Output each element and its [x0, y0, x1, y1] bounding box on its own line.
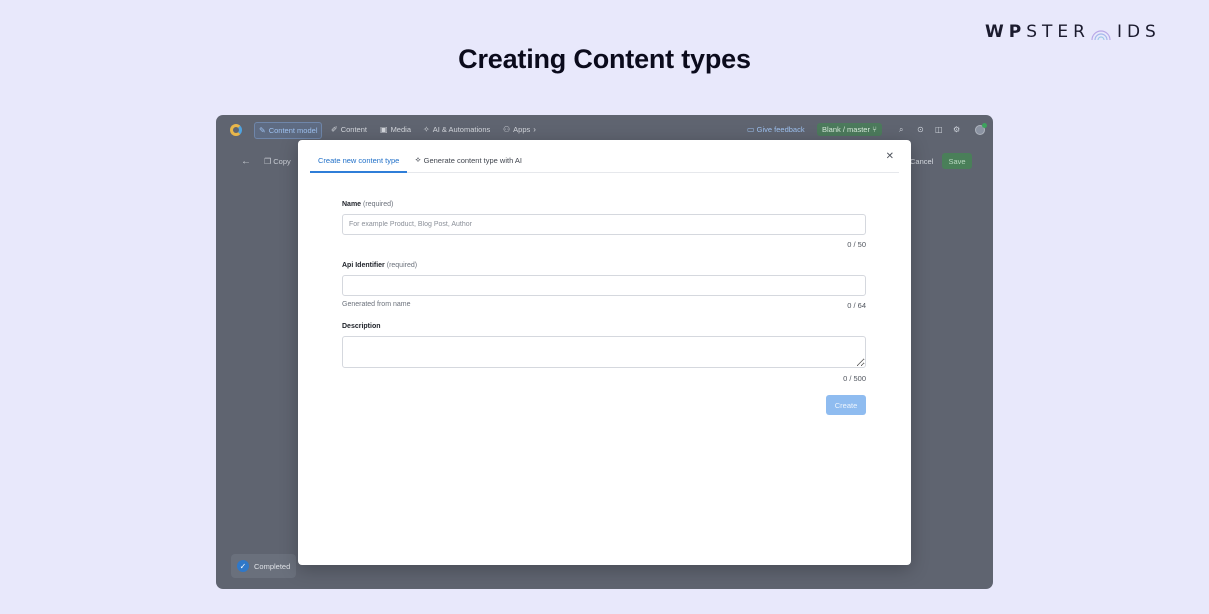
env-branch: master: [847, 125, 870, 134]
description-textarea[interactable]: [342, 336, 866, 368]
book-icon[interactable]: ◫: [935, 125, 943, 134]
nav-ai-label: AI & Automations: [432, 125, 491, 134]
sparkle-icon: ✧: [423, 124, 430, 134]
nav-media-label: Media: [390, 125, 411, 134]
avatar[interactable]: [975, 123, 987, 135]
environment-badge[interactable]: Blank / master ⑂: [817, 123, 882, 136]
copy-icon: ❐: [264, 157, 272, 166]
page-title: Creating Content types: [458, 44, 751, 74]
description-label: Description: [342, 323, 381, 330]
pen-icon: ✐: [331, 124, 338, 134]
name-input[interactable]: [342, 214, 866, 235]
status-label: Completed: [254, 561, 291, 571]
wrench-icon: ✎: [259, 125, 266, 135]
api-identifier-help: Generated from name: [342, 301, 411, 308]
api-identifier-label: Api Identifier (required): [342, 262, 417, 269]
magic-wand-icon: ⟡: [415, 155, 421, 164]
nav-content-label: Content: [340, 125, 367, 134]
nav-media[interactable]: ▣ Media: [380, 125, 411, 134]
apps-icon: ⚇: [503, 124, 511, 134]
nav-ai-automations[interactable]: ✧ AI & Automations: [423, 125, 490, 134]
tab-create-new-content-type[interactable]: Create new content type: [310, 150, 408, 173]
name-label: Name (required): [342, 201, 393, 208]
chevron-right-icon: ›: [533, 124, 536, 134]
image-icon: ▣: [380, 124, 388, 134]
save-button[interactable]: Save: [942, 153, 972, 169]
status-completed: ✓ Completed: [231, 554, 297, 578]
env-space: Blank: [822, 125, 841, 134]
help-icon[interactable]: ⊙: [917, 125, 924, 134]
env-separator: /: [842, 125, 845, 134]
branch-icon: ⑂: [872, 125, 877, 134]
back-arrow-icon[interactable]: ←: [241, 156, 251, 167]
brand-arc-icon: [1090, 25, 1112, 41]
search-icon[interactable]: ⌕: [899, 125, 903, 135]
name-label-text: Name: [342, 201, 362, 208]
api-identifier-input[interactable]: [342, 275, 866, 296]
create-button[interactable]: Create: [826, 395, 866, 415]
create-content-type-dialog: Create new content type ⟡ Generate conte…: [298, 140, 911, 565]
name-required: (required): [363, 201, 394, 208]
nav-apps[interactable]: ⚇ Apps ›: [503, 125, 536, 134]
tab-generate-with-ai[interactable]: ⟡ Generate content type with AI: [407, 150, 530, 173]
brand-ster: STER: [1026, 22, 1090, 42]
dialog-tabs: Create new content type ⟡ Generate conte…: [310, 150, 899, 173]
tab-create-label: Create new content type: [318, 156, 400, 165]
check-icon: ✓: [237, 560, 249, 572]
nav-content[interactable]: ✐ Content: [331, 125, 367, 134]
name-counter: 0 / 50: [847, 240, 866, 249]
app-logo-icon[interactable]: [230, 124, 242, 136]
brand-wp: WP: [985, 22, 1027, 42]
description-label-text: Description: [342, 323, 381, 330]
give-feedback-link[interactable]: ▭ Give feedback: [747, 125, 805, 134]
wpsteroids-logo: WP STER IDS: [985, 22, 1161, 42]
close-icon[interactable]: ✕: [886, 151, 894, 162]
give-feedback-label: Give feedback: [756, 125, 805, 134]
gear-icon[interactable]: ⚙: [953, 125, 960, 134]
feedback-icon: ▭: [747, 125, 755, 134]
copy-label: Copy: [273, 157, 291, 166]
cancel-button[interactable]: Cancel: [910, 157, 933, 166]
copy-button[interactable]: ❐ Copy: [264, 157, 291, 166]
brand-ids: IDS: [1116, 22, 1161, 42]
api-identifier-label-text: Api Identifier: [342, 262, 385, 269]
api-identifier-counter: 0 / 64: [847, 301, 866, 310]
nav-content-model[interactable]: ✎ Content model: [254, 122, 323, 139]
api-identifier-required: (required): [386, 262, 418, 269]
description-counter: 0 / 500: [843, 374, 866, 383]
nav-content-model-label: Content model: [268, 126, 318, 135]
tab-generate-label: Generate content type with AI: [423, 156, 523, 165]
nav-apps-label: Apps: [513, 125, 531, 134]
